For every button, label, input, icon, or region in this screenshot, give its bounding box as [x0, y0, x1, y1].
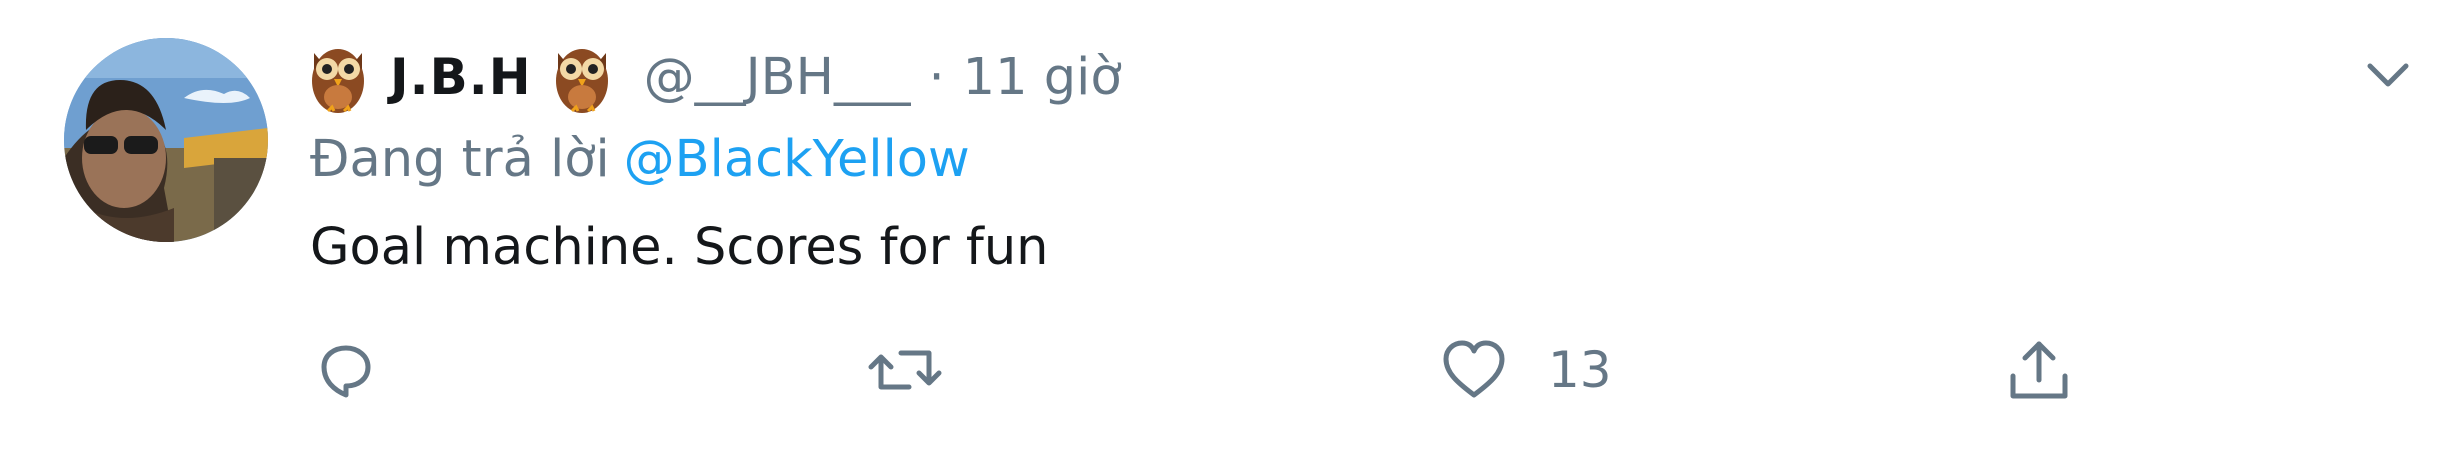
chevron-down-icon[interactable] — [2358, 44, 2418, 104]
tweet-timestamp[interactable]: 11 giờ — [963, 48, 1122, 107]
reply-icon — [310, 335, 380, 405]
separator-dot: · — [928, 47, 945, 107]
share-button[interactable] — [2003, 330, 2113, 410]
retweet-icon — [865, 335, 945, 405]
reply-button[interactable] — [310, 330, 418, 410]
tweet-header: J.B.H @__JBH___ · 11 giờ — [310, 32, 1122, 122]
like-count: 13 — [1548, 341, 1612, 399]
tweet-actions: 13 — [310, 330, 2110, 410]
avatar[interactable] — [64, 38, 268, 242]
share-icon — [2003, 334, 2075, 406]
like-button[interactable]: 13 — [1438, 330, 1612, 410]
reply-mention-link[interactable]: @BlackYellow — [624, 130, 970, 189]
retweet-button[interactable] — [865, 330, 983, 410]
tweet-text: Goal machine. Scores for fun — [310, 218, 1049, 277]
owl-emoji-icon — [554, 39, 610, 115]
owl-emoji-icon — [310, 39, 366, 115]
heart-icon — [1438, 335, 1510, 405]
display-name[interactable]: J.B.H — [390, 48, 532, 106]
reply-context: Đang trả lời @BlackYellow — [310, 130, 970, 189]
user-handle[interactable]: @__JBH___ — [644, 48, 911, 107]
tweet-card[interactable]: J.B.H @__JBH___ · 11 giờ Đang trả lời @Bl… — [0, 0, 2452, 450]
reply-prefix: Đang trả lời — [310, 130, 610, 189]
